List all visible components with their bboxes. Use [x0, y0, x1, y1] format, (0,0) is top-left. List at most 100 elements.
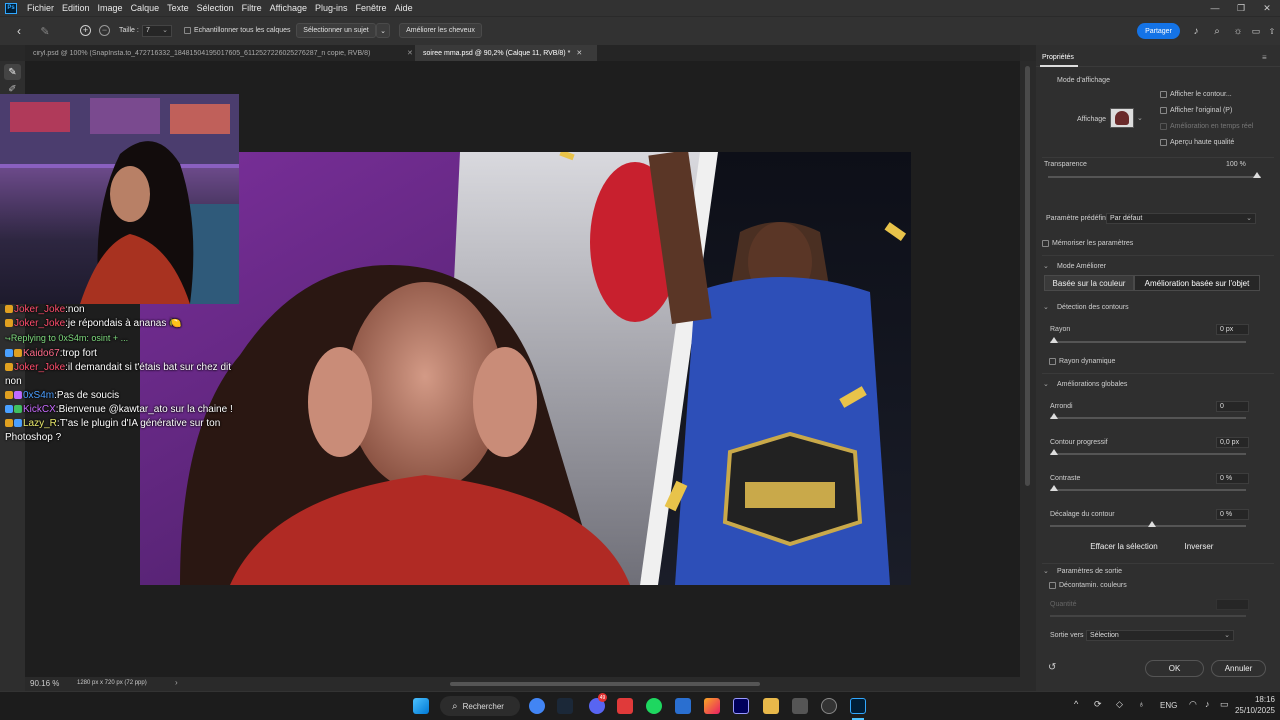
photos-icon[interactable] [675, 698, 691, 714]
smart-radius-checkbox[interactable] [1049, 358, 1056, 365]
wifi-icon[interactable]: ◠ [1189, 699, 1197, 710]
brush-tool-icon[interactable]: ✎ [36, 22, 54, 40]
ok-button[interactable]: OK [1145, 660, 1204, 677]
shift-edge-input[interactable]: 0 % [1216, 509, 1249, 520]
chrome-icon[interactable] [529, 698, 545, 714]
app-icon[interactable] [617, 698, 633, 714]
volume-icon[interactable]: ♪ [1205, 699, 1210, 709]
menu-plugins[interactable]: Plug-ins [311, 3, 352, 13]
menu-selection[interactable]: Sélection [193, 3, 238, 13]
smooth-thumb[interactable] [1050, 413, 1058, 419]
menu-edition[interactable]: Edition [58, 3, 94, 13]
microphone-icon[interactable]: ♁ [1138, 699, 1145, 709]
chevron-down-icon[interactable]: ⌄ [1137, 114, 1143, 122]
obs-icon[interactable] [821, 698, 837, 714]
radius-input[interactable]: 0 px [1216, 324, 1249, 335]
quick-selection-tool-icon[interactable]: ✎ [4, 64, 21, 80]
spotify-icon[interactable] [646, 698, 662, 714]
feather-slider[interactable] [1050, 453, 1246, 455]
scroll-thumb[interactable] [1025, 66, 1030, 486]
menu-image[interactable]: Image [94, 3, 127, 13]
view-mode-thumbnail[interactable] [1110, 108, 1134, 128]
instagram-icon[interactable] [704, 698, 720, 714]
menu-texte[interactable]: Texte [163, 3, 193, 13]
share-arrow-icon[interactable]: ⇧ [1266, 25, 1278, 37]
chevron-down-icon[interactable]: ⌄ [1043, 262, 1049, 270]
menu-filtre[interactable]: Filtre [238, 3, 266, 13]
radius-thumb[interactable] [1050, 337, 1058, 343]
file-explorer-icon[interactable] [763, 698, 779, 714]
clock-time[interactable]: 18:16 [1235, 695, 1275, 704]
feather-thumb[interactable] [1050, 449, 1058, 455]
shift-edge-thumb[interactable] [1148, 521, 1156, 527]
search-box[interactable]: ⌕ Rechercher [440, 696, 520, 716]
add-to-selection-icon[interactable]: + [80, 25, 91, 36]
chevron-down-icon[interactable]: ⌄ [1043, 380, 1049, 388]
remember-checkbox[interactable] [1042, 240, 1049, 247]
chevron-down-icon[interactable]: ⌄ [1043, 567, 1049, 575]
share-button[interactable]: Partager [1137, 23, 1180, 39]
photoshop-taskbar-icon[interactable] [850, 698, 866, 714]
lightbulb-icon[interactable]: ☼ [1232, 25, 1244, 37]
tab-soiree-mma[interactable]: soiree mma.psd @ 90,2% (Calque 11, RVB/8… [415, 45, 597, 61]
subtract-selection-icon[interactable]: − [99, 25, 110, 36]
search-icon[interactable]: ⌕ [1211, 25, 1223, 37]
feather-input[interactable]: 0,0 px [1216, 437, 1249, 448]
output-to-select[interactable]: Sélection ⌄ [1086, 630, 1234, 641]
chevron-up-icon[interactable]: ^ [1074, 699, 1078, 709]
menu-fichier[interactable]: Fichier [23, 3, 58, 13]
panel-menu-icon[interactable]: ≡ [1262, 53, 1267, 62]
decontaminate-checkbox[interactable] [1049, 582, 1056, 589]
object-aware-button[interactable]: Amélioration basée sur l'objet [1134, 275, 1260, 291]
language-indicator[interactable]: ENG [1160, 701, 1177, 710]
contrast-thumb[interactable] [1050, 485, 1058, 491]
color-aware-button[interactable]: Basée sur la couleur [1044, 275, 1134, 291]
menu-aide[interactable]: Aide [391, 3, 417, 13]
workspace-icon[interactable]: ▭ [1250, 25, 1262, 37]
clock-date[interactable]: 25/10/2025 [1225, 706, 1275, 715]
select-subject-dropdown[interactable]: ⌄ [376, 23, 390, 38]
refine-hair-button[interactable]: Améliorer les cheveux [399, 23, 482, 38]
app-icon[interactable] [792, 698, 808, 714]
smooth-slider[interactable] [1050, 417, 1246, 419]
show-edges-checkbox[interactable] [1160, 91, 1167, 98]
steam-icon[interactable] [557, 698, 573, 714]
restore-button[interactable]: ❐ [1228, 0, 1254, 16]
select-subject-button[interactable]: Sélectionner un sujet [296, 23, 376, 38]
high-quality-checkbox[interactable] [1160, 139, 1167, 146]
minimize-button[interactable]: — [1202, 0, 1228, 16]
menu-affichage[interactable]: Affichage [266, 3, 311, 13]
clear-selection-button[interactable]: Effacer la sélection [1084, 538, 1164, 555]
horizontal-scrollbar[interactable] [450, 682, 760, 686]
preset-select[interactable]: Par défaut ⌄ [1106, 213, 1256, 224]
show-original-checkbox[interactable] [1160, 107, 1167, 114]
menu-calque[interactable]: Calque [127, 3, 164, 13]
sample-all-checkbox[interactable] [184, 27, 191, 34]
chevron-right-icon[interactable]: › [175, 678, 178, 687]
size-input[interactable]: 7 ⌄ [142, 25, 172, 37]
cancel-button[interactable]: Annuler [1211, 660, 1266, 677]
close-tab-icon[interactable]: ✕ [407, 49, 413, 57]
reset-icon[interactable]: ↺ [1048, 662, 1056, 673]
bell-icon[interactable]: ♪ [1190, 25, 1202, 37]
close-window-button[interactable]: ✕ [1254, 0, 1280, 16]
premiere-icon[interactable] [733, 698, 749, 714]
transparency-value[interactable]: 100 % [1226, 161, 1246, 168]
contrast-slider[interactable] [1050, 489, 1246, 491]
vertical-scrollbar[interactable] [1020, 61, 1036, 691]
chevron-down-icon[interactable]: ⌄ [1043, 303, 1049, 311]
radius-slider[interactable] [1050, 341, 1246, 343]
tray-icon[interactable]: ⟳ [1094, 699, 1102, 710]
tray-icon[interactable]: ◇ [1116, 699, 1123, 710]
windows-start-icon[interactable] [413, 698, 429, 714]
zoom-level[interactable]: 90.16 % [30, 679, 59, 688]
document-image[interactable] [140, 152, 911, 585]
close-tab-icon[interactable]: ✕ [576, 49, 582, 57]
back-arrow-icon[interactable]: ‹ [12, 23, 26, 39]
transparency-thumb[interactable] [1253, 172, 1261, 178]
smooth-input[interactable]: 0 [1216, 401, 1249, 412]
invert-button[interactable]: Inverser [1174, 538, 1224, 555]
contrast-input[interactable]: 0 % [1216, 473, 1249, 484]
menu-fenetre[interactable]: Fenêtre [352, 3, 391, 13]
transparency-slider[interactable] [1048, 176, 1261, 178]
